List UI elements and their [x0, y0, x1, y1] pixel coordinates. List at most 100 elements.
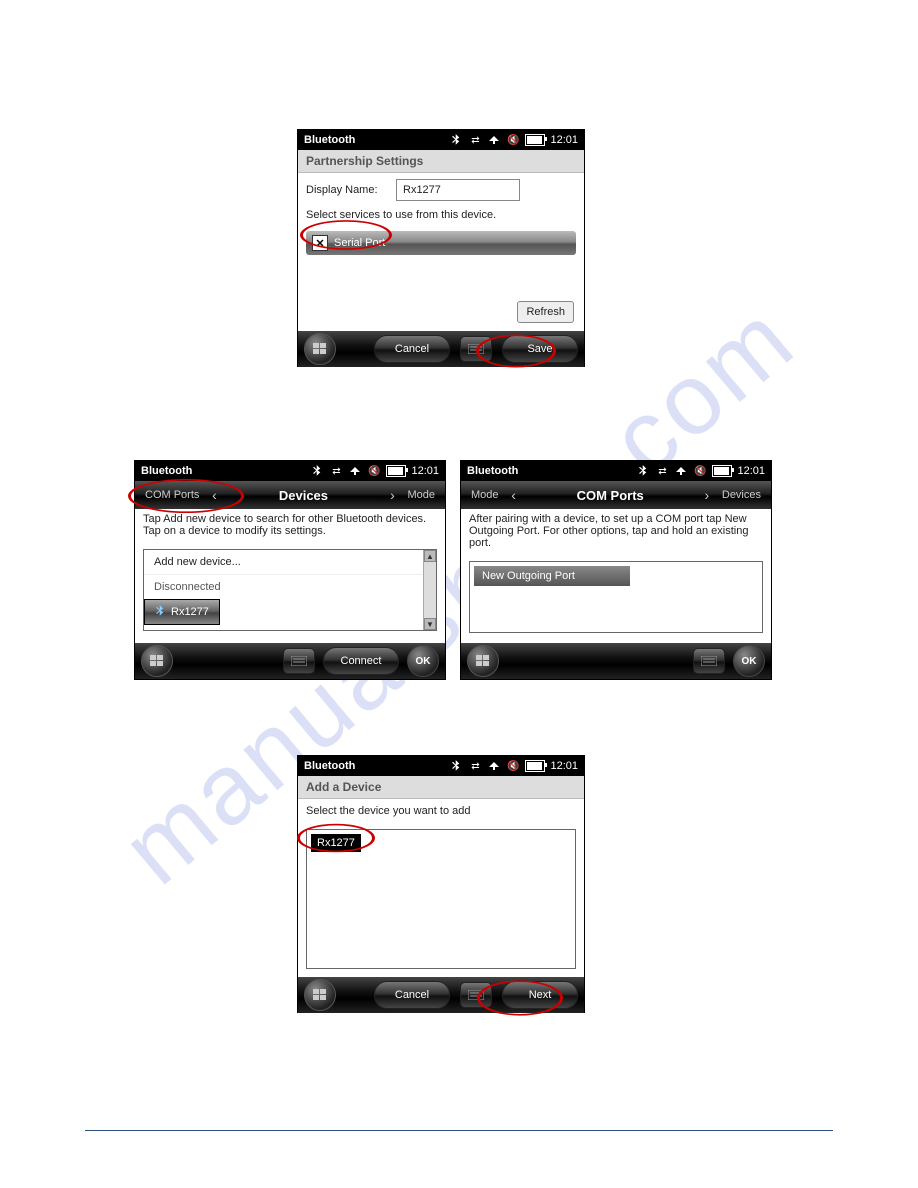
status-area: ⇄ 🔇 12:01 — [636, 464, 765, 478]
arrow-right-icon[interactable]: › — [698, 487, 716, 503]
keyboard-button[interactable] — [460, 336, 492, 362]
keyboard-button[interactable] — [283, 648, 315, 674]
clock: 12:01 — [737, 465, 765, 477]
service-serial-port[interactable]: ✕ Serial Port — [306, 231, 576, 255]
document-page: manualshive.com Bluetooth ⇄ 🔇 12:01 Part… — [0, 0, 918, 1188]
app-title: Bluetooth — [141, 465, 310, 477]
arrow-right-icon[interactable]: › — [383, 487, 401, 503]
ok-button[interactable]: OK — [407, 645, 439, 677]
sync-icon: ⇄ — [329, 464, 343, 478]
status-area: ⇄ 🔇 12:01 — [449, 759, 578, 773]
refresh-button[interactable]: Refresh — [517, 301, 574, 323]
volume-icon: 🔇 — [506, 133, 520, 147]
bluetooth-icon — [449, 759, 463, 773]
devices-list: Add new device... Disconnected Rx1277 ▲ … — [143, 549, 437, 631]
display-name-row: Display Name: Rx1277 — [298, 173, 584, 207]
devices-instruction: Tap Add new device to search for other B… — [135, 509, 445, 543]
volume-icon: 🔇 — [693, 464, 707, 478]
start-button[interactable] — [141, 645, 173, 677]
ports-list: New Outgoing Port — [469, 561, 763, 633]
sync-icon: ⇄ — [468, 759, 482, 773]
screen-com-ports: Bluetooth ⇄ 🔇 12:01 Mode ‹ COM Ports › D… — [460, 460, 772, 680]
bluetooth-icon — [449, 133, 463, 147]
battery-icon — [525, 134, 545, 146]
volume-icon: 🔇 — [506, 759, 520, 773]
group-disconnected: Disconnected — [144, 574, 422, 599]
section-header: Add a Device — [298, 776, 584, 799]
scroll-up-icon[interactable]: ▲ — [424, 550, 436, 562]
device-name: Rx1277 — [171, 606, 209, 618]
scrollbar[interactable]: ▲ ▼ — [423, 550, 436, 630]
bottom-toolbar: Connect OK — [135, 643, 445, 679]
content-area: After pairing with a device, to set up a… — [461, 509, 771, 643]
content-area: Tap Add new device to search for other B… — [135, 509, 445, 643]
tab-mode[interactable]: Mode — [465, 489, 505, 501]
content-area: Select the device you want to add Rx1277 — [298, 799, 584, 977]
serial-port-label: Serial Port — [334, 237, 385, 249]
title-bar: Bluetooth ⇄ 🔇 12:01 — [298, 756, 584, 776]
app-title: Bluetooth — [304, 134, 449, 146]
start-button[interactable] — [467, 645, 499, 677]
tab-bar: COM Ports ‹ Devices › Mode — [135, 481, 445, 509]
display-name-label: Display Name: — [306, 184, 396, 196]
save-button[interactable]: Save — [502, 335, 578, 363]
add-new-device[interactable]: Add new device... — [144, 550, 422, 574]
battery-icon — [525, 760, 545, 772]
services-instruction: Select services to use from this device. — [298, 207, 584, 227]
screen-add-a-device: Bluetooth ⇄ 🔇 12:01 Add a Device Select … — [297, 755, 585, 1013]
cancel-button[interactable]: Cancel — [374, 335, 450, 363]
device-row-rx1277[interactable]: Rx1277 — [311, 834, 361, 852]
tab-devices[interactable]: Devices — [716, 489, 767, 501]
ok-button[interactable]: OK — [733, 645, 765, 677]
clock: 12:01 — [411, 465, 439, 477]
app-title: Bluetooth — [467, 465, 636, 477]
signal-icon — [487, 133, 501, 147]
arrow-left-icon[interactable]: ‹ — [505, 487, 523, 503]
arrow-left-icon[interactable]: ‹ — [205, 487, 223, 503]
signal-icon — [674, 464, 688, 478]
battery-icon — [386, 465, 406, 477]
footer-rule — [85, 1130, 833, 1131]
bluetooth-icon — [636, 464, 650, 478]
screen-devices: Bluetooth ⇄ 🔇 12:01 COM Ports ‹ Devices … — [134, 460, 446, 680]
add-device-instruction: Select the device you want to add — [298, 799, 584, 823]
bluetooth-device-icon — [155, 605, 165, 620]
tab-mode[interactable]: Mode — [401, 489, 441, 501]
volume-icon: 🔇 — [367, 464, 381, 478]
keyboard-button[interactable] — [460, 982, 492, 1008]
display-name-input[interactable]: Rx1277 — [396, 179, 520, 201]
cancel-button[interactable]: Cancel — [374, 981, 450, 1009]
tab-com-ports[interactable]: COM Ports — [139, 489, 205, 501]
signal-icon — [348, 464, 362, 478]
title-bar: Bluetooth ⇄ 🔇 12:01 — [298, 130, 584, 150]
new-outgoing-port[interactable]: New Outgoing Port — [474, 566, 630, 586]
found-devices-list: Rx1277 — [306, 829, 576, 969]
com-ports-instruction: After pairing with a device, to set up a… — [461, 509, 771, 555]
next-button[interactable]: Next — [502, 981, 578, 1009]
tab-com-ports[interactable]: COM Ports — [523, 488, 698, 503]
title-bar: Bluetooth ⇄ 🔇 12:01 — [461, 461, 771, 481]
connect-button[interactable]: Connect — [323, 647, 399, 675]
start-button[interactable] — [304, 333, 336, 365]
start-button[interactable] — [304, 979, 336, 1011]
serial-port-checkbox[interactable]: ✕ — [312, 235, 328, 251]
signal-icon — [487, 759, 501, 773]
sync-icon: ⇄ — [655, 464, 669, 478]
device-row-rx1277[interactable]: Rx1277 — [144, 599, 220, 625]
content-area: Display Name: Rx1277 Select services to … — [298, 173, 584, 331]
bluetooth-icon — [310, 464, 324, 478]
battery-icon — [712, 465, 732, 477]
clock: 12:01 — [550, 134, 578, 146]
status-area: ⇄ 🔇 12:01 — [449, 133, 578, 147]
bottom-toolbar: Cancel Save — [298, 331, 584, 367]
scroll-down-icon[interactable]: ▼ — [424, 618, 436, 630]
bottom-toolbar: OK — [461, 643, 771, 679]
app-title: Bluetooth — [304, 760, 449, 772]
keyboard-button[interactable] — [693, 648, 725, 674]
screen-partnership-settings: Bluetooth ⇄ 🔇 12:01 Partnership Settings… — [297, 129, 585, 367]
title-bar: Bluetooth ⇄ 🔇 12:01 — [135, 461, 445, 481]
tab-bar: Mode ‹ COM Ports › Devices — [461, 481, 771, 509]
sync-icon: ⇄ — [468, 133, 482, 147]
bottom-toolbar: Cancel Next — [298, 977, 584, 1013]
tab-devices[interactable]: Devices — [223, 488, 383, 503]
